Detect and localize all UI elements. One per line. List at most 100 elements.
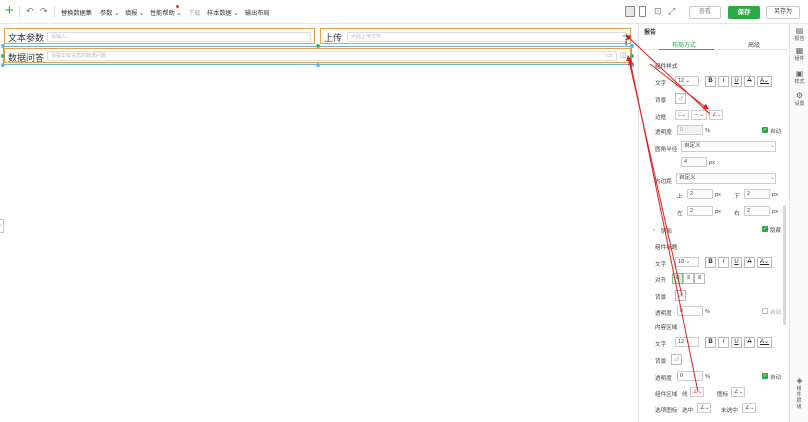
border-color-icon[interactable]: ∠⌄ bbox=[709, 110, 723, 120]
text-param-input[interactable]: 请输入... bbox=[47, 32, 311, 42]
border-type-select[interactable]: □⌄ bbox=[675, 110, 689, 120]
content-opacity-label: 透明度 bbox=[655, 376, 672, 382]
content-opacity-unit: % bbox=[705, 374, 710, 380]
add-icon[interactable]: + bbox=[5, 3, 14, 19]
padding-select[interactable]: 自定义 bbox=[676, 173, 776, 184]
resize-handle-tl[interactable] bbox=[1, 44, 5, 48]
title-size-select[interactable]: 18 ⌄ bbox=[675, 257, 699, 267]
shadow-hide-checkbox[interactable]: ✓ bbox=[762, 226, 768, 232]
menu-performance[interactable]: 性能帮助 ⌄ bbox=[150, 8, 182, 17]
upload-input[interactable]: 点此上传文件 bbox=[347, 32, 627, 42]
rail-layers-label[interactable]: 组件层级 bbox=[796, 386, 802, 410]
text-size-select[interactable]: 12 ⌄ bbox=[675, 76, 699, 86]
strikethrough-icon[interactable]: A bbox=[744, 76, 755, 87]
resize-handle-t[interactable] bbox=[316, 44, 320, 48]
align-label: 对齐 bbox=[655, 278, 667, 284]
line-color-icon[interactable]: ∠⌄ bbox=[690, 387, 704, 397]
italic-icon[interactable]: I bbox=[718, 257, 729, 268]
resize-handle-br[interactable] bbox=[630, 63, 634, 67]
unselected-color-icon[interactable]: ∠⌄ bbox=[742, 403, 756, 413]
content-opacity-input[interactable]: 0 bbox=[677, 371, 703, 381]
menu-fill[interactable]: 填报 ⌄ bbox=[125, 8, 144, 17]
opacity-auto-checkbox[interactable]: ✓ bbox=[762, 127, 768, 133]
menu-download[interactable]: 下载 bbox=[188, 8, 200, 17]
tab-layout[interactable]: 布局方式 bbox=[672, 40, 696, 49]
data-qa-input[interactable]: 请提出有关您的数据问题 bbox=[47, 51, 617, 61]
redo-icon[interactable]: ↷ bbox=[40, 6, 48, 17]
title-opacity-input[interactable]: 0 bbox=[677, 306, 703, 316]
text-param-component[interactable]: 文本参数 请输入... bbox=[4, 28, 315, 44]
resize-handle-bl[interactable] bbox=[1, 63, 5, 67]
resize-handle-r[interactable] bbox=[630, 54, 634, 58]
preview-button[interactable]: 查看 bbox=[689, 6, 721, 19]
undo-icon[interactable]: ↶ bbox=[26, 6, 34, 17]
design-canvas[interactable]: 文本参数 请输入... 上传 点此上传文件 ⌃ ⋮ 数据问答 请提出有关您的数据… bbox=[0, 24, 638, 422]
rail-report[interactable]: ▤ 报告 bbox=[790, 26, 808, 42]
save-button[interactable]: 保存 bbox=[728, 6, 760, 19]
panel-scrollbar[interactable] bbox=[783, 205, 786, 325]
radius-input[interactable]: 4 bbox=[681, 157, 707, 167]
upload-component[interactable]: 上传 点此上传文件 bbox=[320, 28, 631, 44]
title-opacity-auto-checkbox[interactable] bbox=[762, 308, 768, 314]
bold-icon[interactable]: B bbox=[705, 76, 716, 87]
font-color-icon[interactable]: A⌄ bbox=[757, 257, 772, 268]
resize-handle-l[interactable] bbox=[1, 54, 5, 58]
tab-advanced[interactable]: 高级 bbox=[748, 40, 760, 49]
mobile-view-icon[interactable] bbox=[639, 6, 646, 17]
underline-icon[interactable]: U bbox=[731, 337, 742, 348]
rail-settings[interactable]: ⚙ 设置 bbox=[790, 91, 808, 107]
chat-icon[interactable]: ▭ bbox=[606, 51, 613, 59]
radius-select[interactable]: 自定义 bbox=[681, 141, 776, 152]
icon-color-icon[interactable]: ∠⌄ bbox=[731, 387, 745, 397]
content-size-select[interactable]: 12 ⌄ bbox=[675, 337, 699, 347]
selected-color-icon[interactable]: ∠⌄ bbox=[697, 403, 711, 413]
strikethrough-icon[interactable]: A bbox=[744, 337, 755, 348]
italic-icon[interactable]: I bbox=[718, 76, 729, 87]
resize-handle-b[interactable] bbox=[316, 63, 320, 67]
shadow-expand-icon[interactable]: › bbox=[653, 227, 655, 233]
send-icon[interactable]: ◫ bbox=[620, 51, 627, 59]
content-bg-label: 背景 bbox=[655, 359, 667, 365]
layers-icon[interactable]: ◈ bbox=[790, 376, 808, 385]
underline-icon[interactable]: U bbox=[731, 76, 742, 87]
menu-sample-data[interactable]: 样本数据 ⌄ bbox=[207, 8, 239, 17]
opacity-input[interactable]: 0 bbox=[677, 125, 703, 135]
panel-title: 报告 bbox=[644, 30, 657, 36]
align-right-icon[interactable]: ≡ bbox=[694, 273, 705, 284]
underline-icon[interactable]: U bbox=[731, 257, 742, 268]
menu-replace-dataset[interactable]: 替换数据集 bbox=[61, 8, 92, 17]
bold-icon[interactable]: B bbox=[705, 257, 716, 268]
comp-area-label: 组件区域 bbox=[655, 392, 678, 398]
pad-top-unit: px bbox=[715, 192, 721, 198]
menu-params[interactable]: 参数 ⌄ bbox=[100, 8, 119, 17]
left-panel-toggle[interactable]: › bbox=[0, 219, 4, 233]
desktop-view-icon[interactable] bbox=[625, 6, 635, 17]
border-label: 边框 bbox=[655, 115, 667, 121]
bold-icon[interactable]: B bbox=[705, 337, 716, 348]
strikethrough-icon[interactable]: A bbox=[744, 257, 755, 268]
pad-bottom-unit: px bbox=[772, 192, 778, 198]
font-color-icon[interactable]: A⌄ bbox=[757, 76, 772, 87]
italic-icon[interactable]: I bbox=[718, 337, 729, 348]
pad-right-input[interactable]: 2 bbox=[744, 206, 770, 216]
align-left-icon[interactable]: ≡ bbox=[672, 273, 683, 284]
bg-fill-icon[interactable]: ◿ bbox=[671, 354, 682, 365]
align-center-icon[interactable]: ≡ bbox=[683, 273, 694, 284]
rail-component[interactable]: ▦ 组件 bbox=[790, 46, 808, 62]
pad-left-input[interactable]: 2 bbox=[687, 206, 713, 216]
screenshot-icon[interactable]: ⊡ bbox=[654, 6, 662, 17]
menu-output-layout[interactable]: 输出布局 bbox=[245, 8, 270, 17]
save-as-button[interactable]: 另存为 bbox=[766, 6, 800, 19]
content-opacity-auto-checkbox[interactable]: ✓ bbox=[762, 373, 768, 379]
data-qa-component[interactable]: 数据问答 请提出有关您的数据问题 ▭ ◫ bbox=[4, 48, 631, 63]
shadow-hide-label: 隐藏 bbox=[770, 228, 782, 234]
bg-fill-icon[interactable]: ◿ bbox=[675, 93, 686, 104]
border-style-select[interactable]: -- ⌄ bbox=[691, 110, 707, 120]
bg-fill-icon[interactable]: ◿ bbox=[675, 290, 686, 301]
resize-handle-tr[interactable] bbox=[630, 44, 634, 48]
font-color-icon[interactable]: A⌄ bbox=[757, 337, 772, 348]
fullscreen-icon[interactable]: ⤢ bbox=[668, 6, 675, 17]
pad-top-input[interactable]: 2 bbox=[687, 189, 713, 199]
pad-bottom-input[interactable]: 2 bbox=[744, 189, 770, 199]
rail-style[interactable]: ▣ 样式 bbox=[790, 69, 808, 85]
